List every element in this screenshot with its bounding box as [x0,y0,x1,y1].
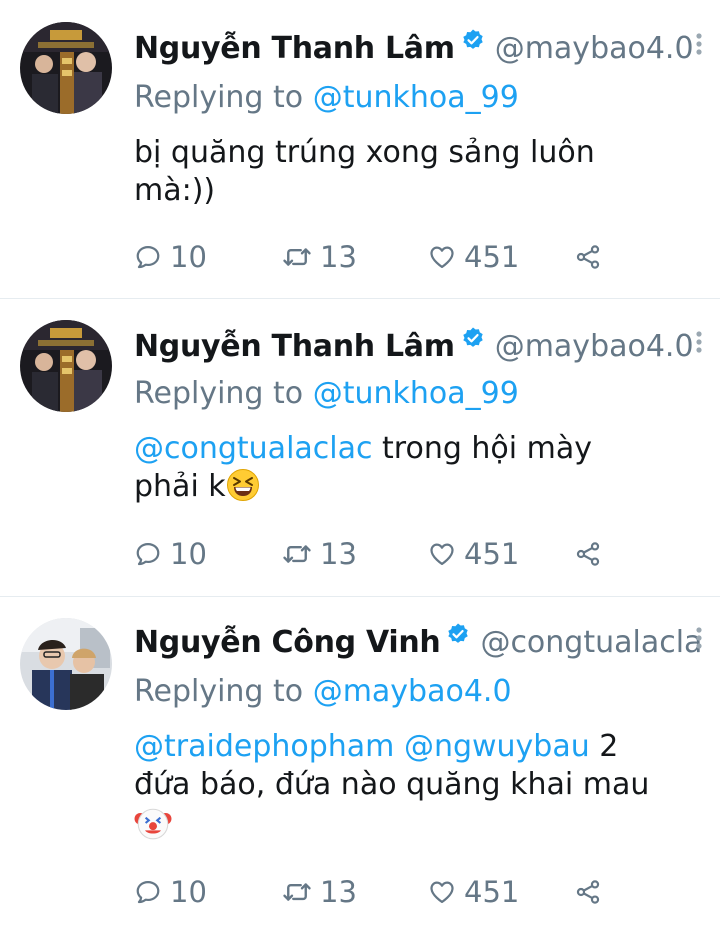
tweet[interactable]: Nguyễn Công Vinh @congtualacla Replying t… [0,596,720,930]
mention-link[interactable]: @ngwuybau [404,729,590,764]
retweet-count: 13 [320,537,357,571]
tweet-actions: 10 13 451 [134,534,614,574]
more-caret-icon[interactable] [692,328,706,368]
share-button[interactable] [574,872,610,912]
like-count: 451 [464,537,520,571]
more-caret-icon[interactable] [692,624,706,664]
mention-link[interactable]: @congtualaclac [134,431,373,466]
tweet[interactable]: Nguyễn Thanh Lâm @maybao4.0 Replying to @… [0,298,720,597]
tweet-header: Nguyễn Công Vinh @congtualacla [134,622,720,662]
tweet-header: Nguyễn Thanh Lâm @maybao4.0 [134,28,720,68]
retweet-icon [282,877,312,907]
display-name[interactable]: Nguyễn Công Vinh [134,625,441,660]
user-handle[interactable]: @congtualacla [480,625,702,660]
replying-to: Replying to @maybao4.0 [134,674,512,709]
reply-count: 10 [170,537,207,571]
retweet-button[interactable]: 13 [282,534,357,574]
tweet[interactable]: Nguyễn Thanh Lâm @maybao4.0 Replying to @… [0,0,720,299]
like-button[interactable]: 451 [428,872,519,912]
mention-link[interactable]: @traidephopham [134,729,394,764]
verified-icon [446,622,470,646]
tweet-text: @congtualaclac trong hội mày phải k [134,430,690,506]
retweet-button[interactable]: 13 [282,872,357,912]
grinning-squinting-face-emoji [226,468,260,502]
tweet-text-line: đứa báo, đứa nào quăng khai mau [134,767,650,802]
reply-icon [134,243,162,271]
reply-button[interactable]: 10 [134,534,207,574]
replying-to-label: Replying to [134,674,304,709]
retweet-button[interactable]: 13 [282,237,357,277]
like-count: 451 [464,240,520,274]
reply-icon [134,878,162,906]
tweet-text-line: bị quăng trúng xong sảng luôn [134,135,595,170]
tweet-actions: 10 13 451 [134,872,614,912]
replying-to-mention[interactable]: @tunkhoa_99 [313,80,519,115]
replying-to-mention[interactable]: @maybao4.0 [313,674,512,709]
tweet-text-line: phải k [134,469,226,504]
like-button[interactable]: 451 [428,534,519,574]
replying-to: Replying to @tunkhoa_99 [134,80,519,115]
like-icon [428,878,456,906]
tweet-header: Nguyễn Thanh Lâm @maybao4.0 [134,326,720,366]
clown-face-emoji [134,804,172,842]
like-icon [428,243,456,271]
reply-button[interactable]: 10 [134,237,207,277]
replying-to-mention[interactable]: @tunkhoa_99 [313,376,519,411]
share-icon [574,540,602,568]
share-icon [574,243,602,271]
share-icon [574,878,602,906]
avatar[interactable] [20,320,112,412]
user-handle[interactable]: @maybao4.0 [495,329,694,364]
user-handle[interactable]: @maybao4.0 [495,31,694,66]
tweet-text: bị quăng trúng xong sảng luôn mà:)) [134,134,690,210]
more-caret-icon[interactable] [692,30,706,70]
like-button[interactable]: 451 [428,237,519,277]
like-icon [428,540,456,568]
reply-button[interactable]: 10 [134,872,207,912]
verified-icon [461,28,485,52]
avatar[interactable] [20,618,112,710]
share-button[interactable] [574,237,610,277]
replying-to-label: Replying to [134,376,304,411]
retweet-icon [282,539,312,569]
like-count: 451 [464,875,520,909]
replying-to: Replying to @tunkhoa_99 [134,376,519,411]
verified-icon [461,326,485,350]
display-name[interactable]: Nguyễn Thanh Lâm [134,329,455,364]
tweet-text-segment: 2 [589,729,619,764]
tweet-text-line: mà:)) [134,173,216,208]
replying-to-label: Replying to [134,80,304,115]
reply-count: 10 [170,240,207,274]
reply-count: 10 [170,875,207,909]
display-name[interactable]: Nguyễn Thanh Lâm [134,31,455,66]
tweet-text-segment: trong hội mày [372,431,593,466]
share-button[interactable] [574,534,610,574]
tweet-text: @traidephopham @ngwuybau 2 đứa báo, đứa … [134,728,700,846]
retweet-count: 13 [320,240,357,274]
reply-icon [134,540,162,568]
tweet-actions: 10 13 451 [134,237,614,277]
retweet-count: 13 [320,875,357,909]
retweet-icon [282,242,312,272]
avatar[interactable] [20,22,112,114]
